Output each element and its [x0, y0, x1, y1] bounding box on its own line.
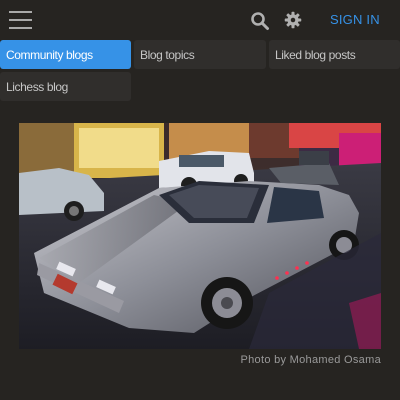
- gear-icon[interactable]: [284, 11, 302, 29]
- tab-community-blogs[interactable]: Community blogs: [0, 40, 131, 69]
- tab-blog-topics[interactable]: Blog topics: [134, 40, 266, 69]
- top-bar: SIGN IN: [0, 0, 400, 40]
- hero-photo[interactable]: [19, 123, 381, 349]
- search-icon[interactable]: [250, 11, 270, 31]
- tab-liked-blog-posts[interactable]: Liked blog posts: [269, 40, 400, 69]
- blog-subnav: Community blogs Blog topics Liked blog p…: [0, 40, 400, 102]
- sign-in-link[interactable]: SIGN IN: [330, 12, 380, 27]
- photo-caption: Photo by Mohamed Osama: [240, 354, 381, 366]
- tab-lichess-blog[interactable]: Lichess blog: [0, 72, 131, 101]
- hamburger-menu-icon[interactable]: [9, 10, 32, 30]
